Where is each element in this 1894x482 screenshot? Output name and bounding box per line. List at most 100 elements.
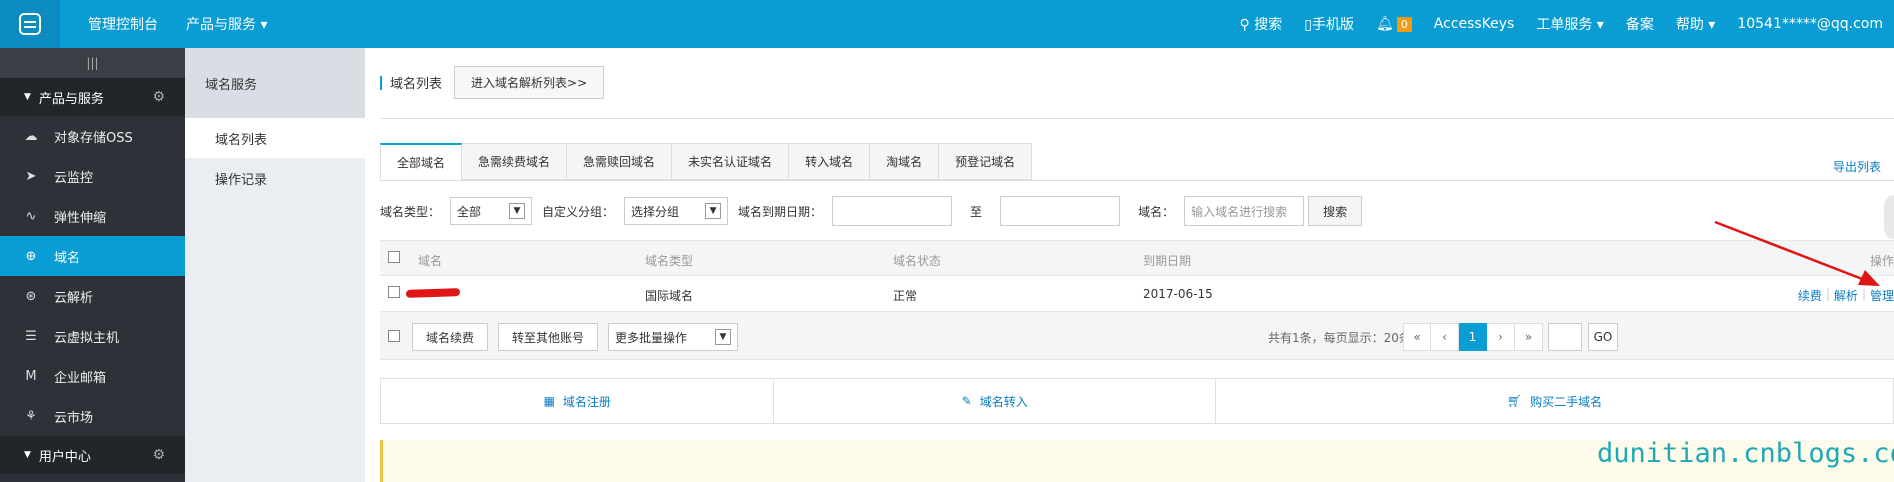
top-bar: 管理控制台 产品与服务 ▾ ⚲ 搜索 ▯手机版 🔔︎ 0 AccessKeys 工… bbox=[0, 0, 1894, 48]
row-checkbox[interactable] bbox=[388, 286, 400, 298]
sidebar-toggle[interactable]: ||| bbox=[0, 48, 185, 78]
sidebar-item-monitor[interactable]: ➤ 云监控 bbox=[0, 156, 185, 196]
expire-end-input[interactable] bbox=[1000, 196, 1121, 226]
row-type: 国际域名 bbox=[645, 289, 694, 303]
register-domain-link[interactable]: ▦ 域名注册 bbox=[381, 379, 775, 423]
accesskeys-link[interactable]: AccessKeys bbox=[1423, 16, 1526, 32]
domain-tabs: 全部域名 急需续费域名 急需赎回域名 未实名认证域名 转入域名 淘域名 预登记域… bbox=[380, 143, 1033, 180]
group-select[interactable]: 选择分组 ▼ bbox=[624, 197, 729, 225]
sidebar-item-mail[interactable]: M 企业邮箱 bbox=[0, 356, 185, 396]
col-domain: 域名 bbox=[418, 254, 443, 268]
col-actions: 操作 bbox=[1869, 254, 1894, 268]
notifications[interactable]: 🔔︎ 0 bbox=[1365, 16, 1423, 32]
tab-redeem-urgent[interactable]: 急需赎回域名 bbox=[567, 143, 673, 180]
mobile-link[interactable]: ▯手机版 bbox=[1293, 14, 1365, 34]
subnav-header: 域名服务 bbox=[185, 48, 365, 118]
gear-icon[interactable]: ⚙ bbox=[152, 89, 165, 105]
help-menu[interactable]: 帮助 ▾ bbox=[1665, 14, 1726, 34]
buy-second-hand-link[interactable]: 🛒︎ 购买二手域名 bbox=[1216, 379, 1893, 423]
tab-unverified[interactable]: 未实名认证域名 bbox=[672, 143, 790, 180]
page-last[interactable]: » bbox=[1515, 323, 1543, 351]
export-list-link[interactable]: 导出列表 bbox=[1833, 158, 1881, 175]
server-icon: ☰ bbox=[25, 328, 37, 344]
domain-search-input[interactable]: 输入域名进行搜索 bbox=[1184, 196, 1305, 226]
domain-type-select[interactable]: 全部 ▼ bbox=[450, 197, 533, 225]
renew-link[interactable]: 续费 bbox=[1798, 287, 1822, 304]
chevron-down-icon: ▼ bbox=[509, 203, 526, 219]
go-button[interactable]: GO bbox=[1588, 323, 1618, 351]
select-all-checkbox[interactable] bbox=[388, 251, 400, 263]
more-batch-select[interactable]: 更多批量操作 ▼ bbox=[608, 323, 738, 351]
tab-tao-domain[interactable]: 淘域名 bbox=[870, 143, 940, 180]
cart-icon: 🛒︎ bbox=[1506, 394, 1523, 408]
search-icon: ⚲ bbox=[1239, 17, 1250, 33]
search-link[interactable]: ⚲ 搜索 bbox=[1229, 14, 1294, 34]
redacted-domain-name bbox=[405, 288, 461, 298]
dns-icon: ⊛ bbox=[25, 288, 37, 304]
page-next[interactable]: › bbox=[1487, 323, 1515, 351]
sidebar-item-scaling[interactable]: ∿ 弹性伸缩 bbox=[0, 196, 185, 236]
page-first[interactable]: « bbox=[1403, 323, 1431, 351]
col-expire: 到期日期 bbox=[1143, 254, 1192, 268]
globe-icon: ⊕ bbox=[25, 248, 37, 264]
expire-date-label: 域名到期日期： bbox=[738, 204, 823, 219]
tab-pre-register[interactable]: 预登记域名 bbox=[939, 143, 1033, 180]
pagination-info: 共有1条，每页显示：20条 bbox=[1268, 331, 1411, 345]
action-separator: | bbox=[1861, 287, 1866, 301]
row-status: 正常 bbox=[893, 289, 918, 303]
user-account-menu[interactable]: 10541*****@qq.com bbox=[1726, 16, 1894, 32]
chevron-down-icon: ▼ bbox=[705, 203, 722, 219]
sidebar-item-market[interactable]: ⚘ 云市场 bbox=[0, 396, 185, 436]
table-header: 域名 域名类型 域名状态 到期日期 操作 bbox=[380, 240, 1894, 276]
page-number-input[interactable] bbox=[1548, 323, 1582, 351]
aliyun-logo-icon[interactable] bbox=[0, 0, 60, 48]
tab-renew-urgent[interactable]: 急需续费域名 bbox=[462, 143, 568, 180]
sub-navigation: 域名服务 域名列表 操作记录 bbox=[185, 48, 365, 482]
quick-actions: ▦ 域名注册 ✎ 域名转入 🛒︎ 购买二手域名 bbox=[380, 378, 1894, 424]
expire-start-input[interactable] bbox=[832, 196, 953, 226]
scroll-handle[interactable] bbox=[1884, 195, 1894, 239]
cloud-icon: ☁ bbox=[24, 128, 38, 144]
calendar-icon: ▦ bbox=[543, 394, 555, 408]
sidebar-item-oss[interactable]: ☁ 对象存储OSS bbox=[0, 116, 185, 156]
beian-link[interactable]: 备案 bbox=[1615, 14, 1665, 34]
phone-icon: ▯ bbox=[1304, 17, 1312, 33]
market-icon: ⚘ bbox=[25, 408, 37, 424]
sidebar-item-vhost[interactable]: ☰ 云虚拟主机 bbox=[0, 316, 185, 356]
chevron-down-icon: ▼ bbox=[715, 329, 731, 345]
sidebar-section-products[interactable]: ▼ 产品与服务 ⚙ bbox=[0, 78, 185, 116]
notification-badge: 0 bbox=[1396, 17, 1412, 32]
sidebar-section-user[interactable]: ▼ 用户中心 ⚙ bbox=[0, 436, 185, 474]
tickets-menu[interactable]: 工单服务 ▾ bbox=[1525, 14, 1614, 34]
page-header: 域名列表 进入域名解析列表>> bbox=[380, 66, 605, 99]
tab-transfer-in[interactable]: 转入域名 bbox=[789, 143, 871, 180]
resolve-link[interactable]: 解析 bbox=[1834, 287, 1858, 304]
console-link[interactable]: 管理控制台 bbox=[74, 14, 172, 34]
sidebar: ||| ▼ 产品与服务 ⚙ ☁ 对象存储OSS ➤ 云监控 ∿ 弹性伸缩 ⊕ 域名 ⊛ 云… bbox=[0, 48, 185, 482]
sidebar-item-dns[interactable]: ⊛ 云解析 bbox=[0, 276, 185, 316]
mail-icon: M bbox=[25, 368, 37, 384]
page-current[interactable]: 1 bbox=[1459, 323, 1487, 351]
gear-icon[interactable]: ⚙ bbox=[152, 447, 165, 463]
sidebar-item-domain[interactable]: ⊕ 域名 bbox=[0, 236, 185, 276]
table-row: 国际域名 正常 2017-06-15 续费 | 解析 | 管理 bbox=[380, 276, 1894, 312]
subnav-item-domain-list[interactable]: 域名列表 bbox=[185, 118, 365, 158]
caret-down-icon: ▼ bbox=[24, 92, 31, 102]
col-type: 域名类型 bbox=[645, 254, 694, 268]
page-prev[interactable]: ‹ bbox=[1431, 323, 1459, 351]
search-button[interactable]: 搜索 bbox=[1308, 196, 1363, 226]
tab-all-domains[interactable]: 全部域名 bbox=[380, 143, 463, 180]
batch-renew-button[interactable]: 域名续费 bbox=[412, 323, 489, 351]
tab-divider bbox=[380, 180, 1894, 181]
domain-label: 域名： bbox=[1138, 204, 1175, 219]
products-menu[interactable]: 产品与服务 ▾ bbox=[172, 14, 281, 34]
batch-select-checkbox[interactable] bbox=[388, 330, 400, 342]
transfer-account-button[interactable]: 转至其他账号 bbox=[498, 323, 599, 351]
transfer-domain-link[interactable]: ✎ 域名转入 bbox=[774, 379, 1216, 423]
col-status: 域名状态 bbox=[893, 254, 942, 268]
batch-bar: 域名续费 转至其他账号 更多批量操作 ▼ 共有1条，每页显示：20条 « ‹ 1 … bbox=[380, 312, 1894, 360]
caret-down-icon: ▼ bbox=[24, 450, 31, 460]
dns-list-button[interactable]: 进入域名解析列表>> bbox=[454, 66, 605, 99]
subnav-item-operation-log[interactable]: 操作记录 bbox=[185, 158, 365, 198]
manage-link[interactable]: 管理 bbox=[1870, 287, 1894, 304]
